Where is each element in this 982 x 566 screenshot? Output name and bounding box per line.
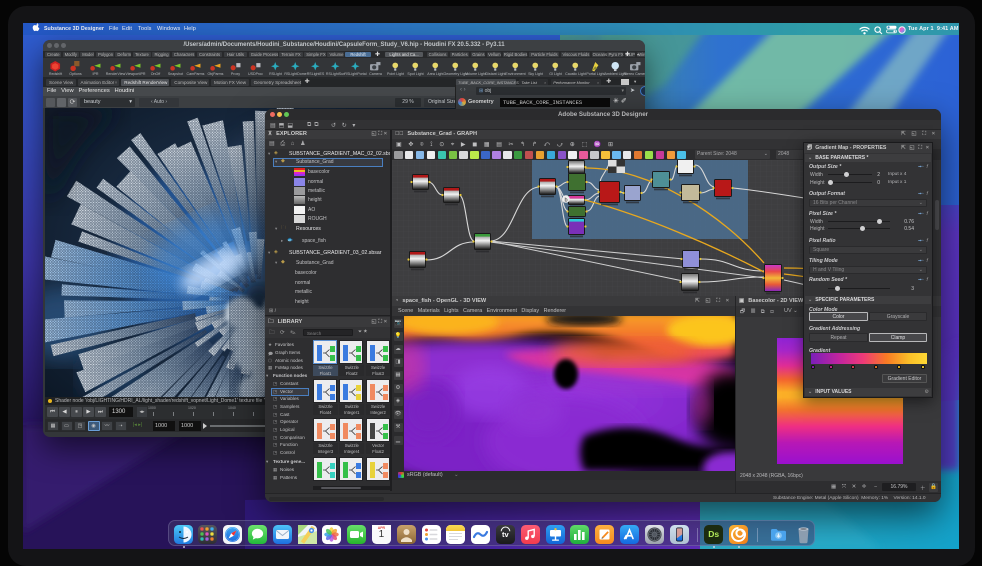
svg-text:b: b (564, 198, 567, 204)
